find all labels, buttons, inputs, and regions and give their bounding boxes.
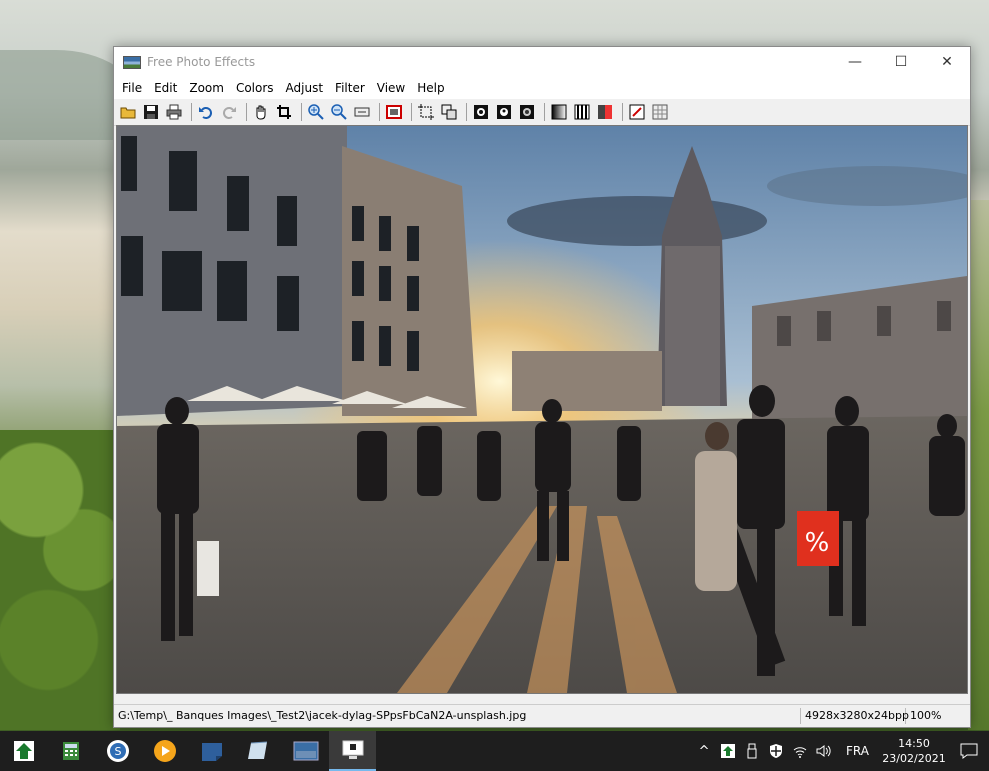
tray-app-icon[interactable]: [716, 731, 740, 771]
system-tray: ^ FRA 14:50 23/02/2021: [692, 731, 989, 771]
taskbar: S ^ FRA 14:50 23/02/2021: [0, 731, 989, 771]
menu-edit[interactable]: Edit: [150, 81, 185, 95]
menu-view[interactable]: View: [373, 81, 413, 95]
status-dimensions: 4928x3280x24bpp: [801, 708, 909, 724]
toolbar-separator: [191, 103, 192, 121]
menu-zoom[interactable]: Zoom: [185, 81, 232, 95]
notification-icon[interactable]: [949, 743, 989, 759]
clock-date: 23/02/2021: [882, 752, 946, 765]
toolbar-separator: [544, 103, 545, 121]
toolbar-separator: [411, 103, 412, 121]
menu-adjust[interactable]: Adjust: [282, 81, 332, 95]
toolbar: [114, 99, 970, 126]
zoom-out-icon[interactable]: [329, 102, 349, 122]
app-media-icon[interactable]: [141, 731, 188, 771]
gradient-icon[interactable]: [549, 102, 569, 122]
mask-2-icon[interactable]: [494, 102, 514, 122]
svg-text:S: S: [114, 745, 121, 758]
desktop-trees: [0, 430, 120, 730]
wifi-icon[interactable]: [788, 731, 812, 771]
bars-icon[interactable]: [572, 102, 592, 122]
volume-icon[interactable]: [812, 731, 836, 771]
crop-icon[interactable]: [274, 102, 294, 122]
print-icon[interactable]: [164, 102, 184, 122]
app-note-icon[interactable]: [188, 731, 235, 771]
status-bar: G:\Temp\_ Banques Images\_Test2\jacek-dy…: [114, 704, 970, 727]
app-book-icon[interactable]: [235, 731, 282, 771]
toolbar-separator: [622, 103, 623, 121]
effect-icon[interactable]: [627, 102, 647, 122]
shield-icon[interactable]: [764, 731, 788, 771]
grid-icon[interactable]: [650, 102, 670, 122]
app-calc-icon[interactable]: [47, 731, 94, 771]
menu-file[interactable]: File: [118, 81, 150, 95]
resize-icon[interactable]: [439, 102, 459, 122]
toolbar-separator: [246, 103, 247, 121]
mask-3-icon[interactable]: [517, 102, 537, 122]
toolbar-separator: [466, 103, 467, 121]
app-monitor-icon[interactable]: [329, 731, 376, 771]
status-file-path: G:\Temp\_ Banques Images\_Test2\jacek-dy…: [114, 708, 801, 724]
maximize-button[interactable]: ☐: [878, 47, 924, 77]
color-balance-icon[interactable]: [595, 102, 615, 122]
frame-icon[interactable]: [384, 102, 404, 122]
open-icon[interactable]: [118, 102, 138, 122]
status-zoom: 100%: [910, 709, 942, 722]
redo-icon[interactable]: [219, 102, 239, 122]
undo-icon[interactable]: [196, 102, 216, 122]
menu-filter[interactable]: Filter: [331, 81, 373, 95]
menu-help[interactable]: Help: [413, 81, 452, 95]
image-canvas[interactable]: %: [116, 125, 968, 694]
toolbar-separator: [379, 103, 380, 121]
app-photo-icon[interactable]: [282, 731, 329, 771]
window-title: Free Photo Effects: [147, 55, 256, 69]
toolbar-separator: [301, 103, 302, 121]
app-window: Free Photo Effects — ☐ ✕ File Edit Zoom …: [113, 46, 971, 728]
usb-icon[interactable]: [740, 731, 764, 771]
app-home-icon[interactable]: [0, 731, 47, 771]
menu-colors[interactable]: Colors: [232, 81, 282, 95]
minimize-button[interactable]: —: [832, 47, 878, 77]
save-icon[interactable]: [141, 102, 161, 122]
bag-sign: %: [805, 528, 830, 558]
chevron-up-icon[interactable]: ^: [692, 731, 716, 771]
menu-bar: File Edit Zoom Colors Adjust Filter View…: [114, 77, 970, 99]
mask-1-icon[interactable]: [471, 102, 491, 122]
app-circle-icon[interactable]: S: [94, 731, 141, 771]
app-icon: [123, 55, 141, 69]
photo-image: %: [117, 126, 967, 693]
zoom-fit-icon[interactable]: [352, 102, 372, 122]
language-indicator[interactable]: FRA: [836, 744, 879, 758]
close-button[interactable]: ✕: [924, 47, 970, 77]
clock[interactable]: 14:50 23/02/2021: [879, 736, 949, 766]
desktop-trees-right: [968, 200, 989, 730]
title-bar[interactable]: Free Photo Effects — ☐ ✕: [114, 47, 970, 77]
clock-time: 14:50: [898, 737, 930, 750]
select-icon[interactable]: [416, 102, 436, 122]
zoom-in-icon[interactable]: [306, 102, 326, 122]
hand-icon[interactable]: [251, 102, 271, 122]
